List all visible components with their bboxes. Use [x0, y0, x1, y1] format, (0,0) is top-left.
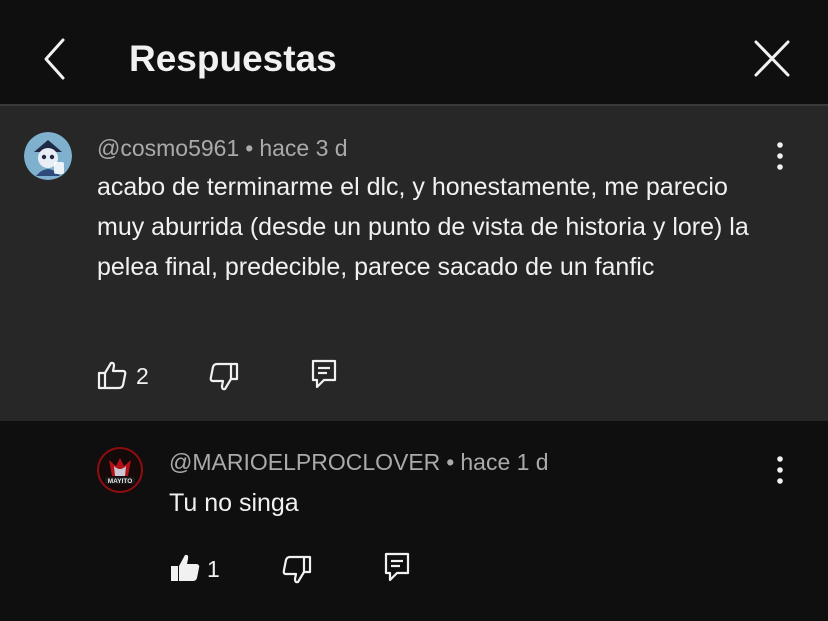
- meta-separator: •: [446, 449, 455, 475]
- close-icon: [754, 40, 790, 77]
- comment-text: Tu no singa: [169, 489, 299, 517]
- like-button[interactable]: [169, 553, 201, 588]
- like-button[interactable]: [96, 360, 128, 395]
- comment-text: acabo de terminarme el dlc, y honestamen…: [97, 173, 749, 281]
- reply-comment-icon: [311, 359, 337, 389]
- replies-screen: Respuestas @cosmo5961 • hace 3 d acabo d…: [0, 0, 828, 621]
- dislike-button[interactable]: [208, 362, 240, 397]
- thumb-down-icon: [209, 362, 239, 391]
- user-avatar-icon: [24, 132, 72, 180]
- author-name[interactable]: @cosmo5961: [97, 135, 239, 161]
- author-name[interactable]: @MARIOELPROCLOVER: [169, 449, 440, 475]
- like-count: 2: [136, 363, 149, 389]
- meta-separator: •: [245, 135, 254, 161]
- close-button[interactable]: [748, 36, 796, 82]
- more-options-button[interactable]: [768, 452, 792, 488]
- reply-button[interactable]: [310, 358, 338, 395]
- more-vert-icon: [777, 456, 783, 484]
- reply-comment: MAYITO @MARIOELPROCLOVER • hace 1 d Tu no …: [0, 421, 828, 621]
- timestamp: hace 1 d: [460, 449, 549, 475]
- parent-comment: @cosmo5961 • hace 3 d acabo de terminarme …: [0, 106, 828, 421]
- avatar[interactable]: [24, 132, 72, 180]
- thumb-down-icon: [282, 555, 312, 584]
- timestamp: hace 3 d: [259, 135, 348, 161]
- thumb-up-icon: [171, 554, 200, 581]
- thumb-up-icon: [97, 361, 127, 390]
- reply-comment-icon: [384, 552, 410, 582]
- avatar-label: MAYITO: [108, 478, 133, 485]
- chevron-left-icon: [44, 38, 65, 80]
- avatar[interactable]: MAYITO: [96, 446, 144, 494]
- dislike-button[interactable]: [281, 555, 313, 590]
- reply-button[interactable]: [383, 551, 411, 588]
- comment-meta: @cosmo5961 • hace 3 d: [97, 134, 348, 162]
- header-bar: Respuestas: [0, 0, 828, 106]
- like-count: 1: [207, 556, 220, 582]
- back-button[interactable]: [34, 36, 78, 82]
- comment-meta: @MARIOELPROCLOVER • hace 1 d: [169, 448, 549, 476]
- user-avatar-icon: MAYITO: [96, 446, 144, 494]
- page-title: Respuestas: [129, 38, 337, 79]
